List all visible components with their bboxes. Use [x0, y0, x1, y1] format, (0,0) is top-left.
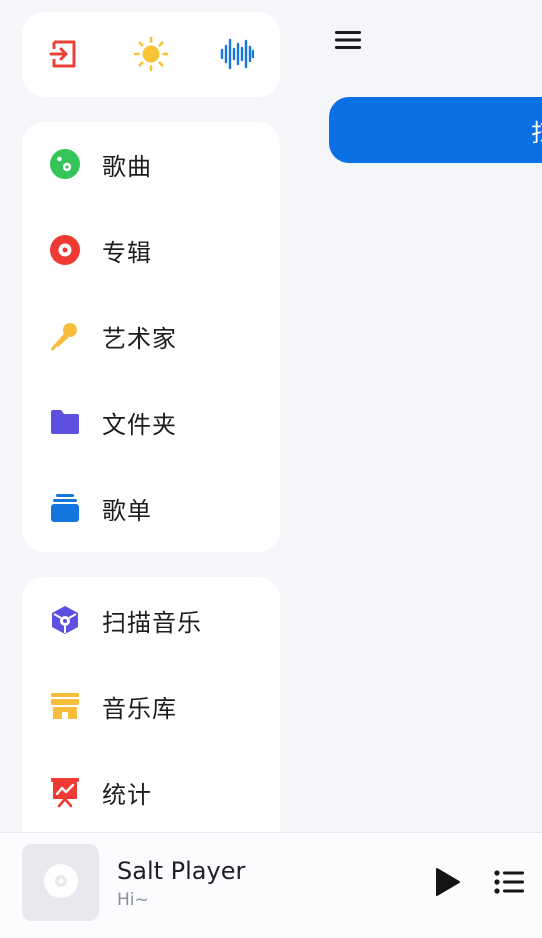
tools-card: 扫描音乐 音乐库 统计: [22, 577, 280, 857]
scan-button-label: 扫: [531, 113, 542, 148]
nav-item-label: 统计: [102, 780, 152, 809]
track-subtitle: Hi~: [117, 890, 149, 910]
play-icon: [431, 866, 463, 902]
theme-toggle-button[interactable]: [129, 34, 173, 78]
nav-item-label: 文件夹: [102, 410, 177, 439]
nav-item-folders[interactable]: 文件夹: [22, 390, 280, 454]
microphone-icon: [48, 319, 82, 353]
nav-item-label: 艺术家: [102, 324, 177, 353]
now-playing-bar[interactable]: Salt Player Hi~: [0, 832, 542, 938]
playlist-stack-icon: [48, 491, 82, 525]
play-button[interactable]: [428, 865, 466, 903]
exit-icon: [48, 38, 80, 74]
album-disc-icon: [48, 233, 82, 267]
exit-button[interactable]: [42, 34, 86, 78]
disc-icon: [43, 863, 79, 903]
stats-board-icon: [48, 775, 82, 809]
list-icon: [493, 868, 525, 900]
quick-actions-card: [22, 12, 280, 97]
folder-icon: [48, 405, 82, 439]
library-shop-icon: [48, 689, 82, 723]
queue-button[interactable]: [490, 865, 528, 903]
nav-item-label: 专辑: [102, 238, 152, 267]
music-note-icon: [48, 147, 82, 181]
nav-item-albums[interactable]: 专辑: [22, 218, 280, 282]
nav-item-label: 歌曲: [102, 152, 152, 181]
nav-item-songs[interactable]: 歌曲: [22, 132, 280, 196]
nav-item-label: 歌单: [102, 496, 152, 525]
nav-item-label: 扫描音乐: [102, 608, 202, 637]
waveform-icon: [220, 37, 255, 75]
hamburger-menu-icon: [333, 28, 363, 56]
sun-icon: [133, 36, 169, 76]
scan-music-button[interactable]: 扫: [329, 97, 542, 163]
nav-item-scan-music[interactable]: 扫描音乐: [22, 588, 280, 652]
track-title: Salt Player: [117, 857, 246, 885]
scan-cube-icon: [48, 603, 82, 637]
album-cover[interactable]: [22, 844, 99, 921]
nav-item-playlists[interactable]: 歌单: [22, 476, 280, 540]
menu-button[interactable]: [330, 24, 366, 60]
nav-item-artists[interactable]: 艺术家: [22, 304, 280, 368]
nav-item-label: 音乐库: [102, 694, 177, 723]
audio-effects-button[interactable]: [215, 34, 259, 78]
nav-item-statistics[interactable]: 统计: [22, 760, 280, 824]
library-nav-card: 歌曲 专辑 艺术家 文件夹 歌单: [22, 122, 280, 552]
nav-item-music-library[interactable]: 音乐库: [22, 674, 280, 738]
